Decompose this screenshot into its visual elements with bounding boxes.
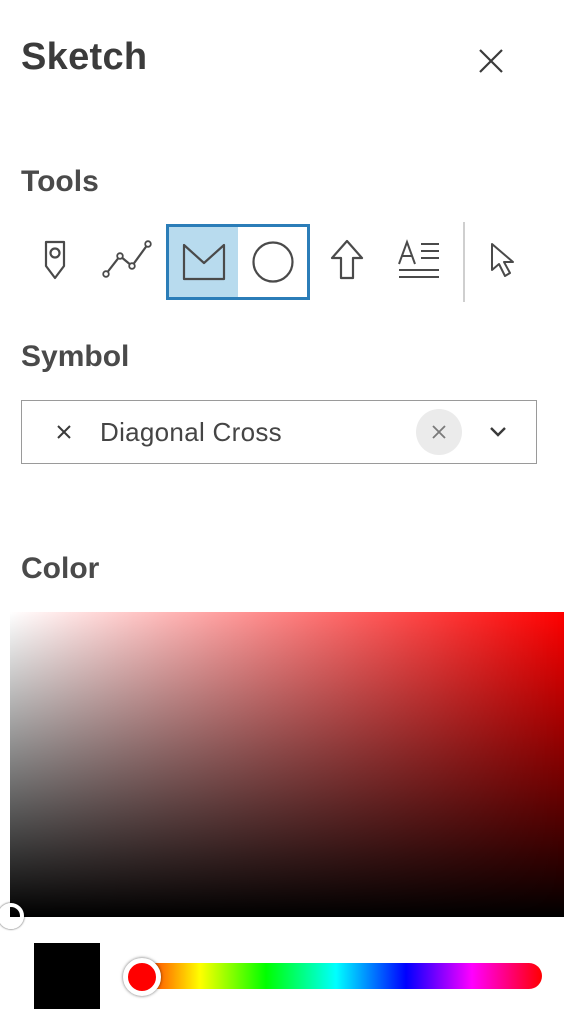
point-tool-button[interactable] bbox=[24, 224, 86, 296]
arrow-up-icon bbox=[330, 239, 364, 280]
close-button[interactable] bbox=[470, 40, 512, 82]
polyline-icon bbox=[102, 240, 152, 278]
arrow-tool-button[interactable] bbox=[316, 224, 378, 296]
color-label: Color bbox=[21, 552, 100, 585]
text-icon bbox=[398, 239, 439, 278]
toolbar-divider bbox=[463, 222, 465, 302]
color-preview-swatch bbox=[34, 943, 100, 1009]
map-pin-icon bbox=[44, 240, 66, 280]
symbol-dropdown-toggle[interactable] bbox=[478, 426, 518, 438]
close-icon bbox=[57, 425, 71, 439]
select-tool-button[interactable] bbox=[472, 224, 534, 296]
close-icon bbox=[479, 49, 503, 73]
hue-slider-handle[interactable] bbox=[123, 958, 161, 996]
tools-label: Tools bbox=[21, 165, 99, 198]
remove-symbol-button[interactable] bbox=[46, 424, 82, 440]
clear-symbol-button[interactable] bbox=[416, 409, 462, 455]
panel-title: Sketch bbox=[21, 36, 148, 78]
tools-toolbar bbox=[0, 220, 574, 306]
text-tool-button[interactable] bbox=[388, 224, 450, 296]
polyline-tool-button[interactable] bbox=[96, 224, 158, 296]
color-field-handle[interactable] bbox=[0, 903, 24, 929]
hue-slider[interactable] bbox=[130, 963, 542, 989]
circle-icon bbox=[251, 241, 294, 283]
symbol-value: Diagonal Cross bbox=[100, 416, 282, 447]
circle-tool-button[interactable] bbox=[238, 227, 307, 297]
polygon-icon bbox=[182, 243, 225, 281]
saturation-value-field[interactable] bbox=[0, 612, 564, 929]
cursor-icon bbox=[491, 243, 514, 277]
polygon-tool-button[interactable] bbox=[169, 227, 238, 297]
chevron-down-icon bbox=[490, 427, 506, 437]
symbol-select[interactable]: Diagonal Cross bbox=[21, 400, 537, 464]
shape-tool-group bbox=[166, 224, 310, 300]
symbol-label: Symbol bbox=[21, 340, 130, 373]
close-icon bbox=[432, 425, 446, 439]
